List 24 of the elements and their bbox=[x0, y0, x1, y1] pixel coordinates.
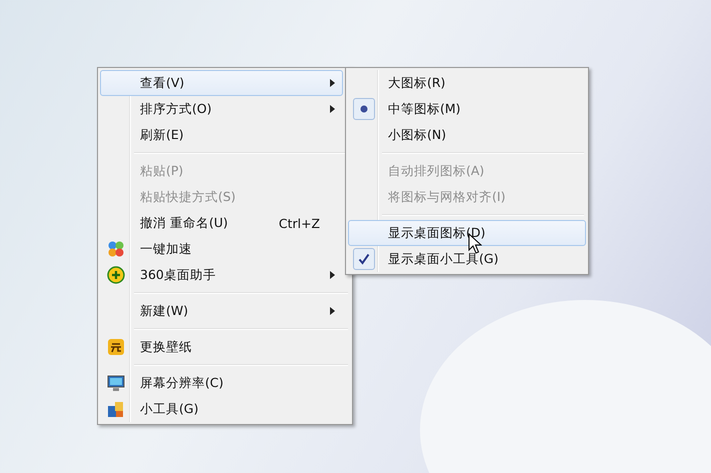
menu-item[interactable]: 中等图标(M) bbox=[348, 96, 586, 122]
menu-item[interactable]: 大图标(R) bbox=[348, 70, 586, 96]
menu-item[interactable]: 刷新(E) bbox=[100, 122, 343, 148]
menu-item[interactable]: 排序方式(O) bbox=[100, 96, 343, 122]
menu-item[interactable]: 查看(V) bbox=[100, 70, 343, 96]
submenu-arrow-icon bbox=[330, 79, 335, 87]
menu-item[interactable]: 屏幕分辨率(C) bbox=[100, 370, 343, 396]
menu-item[interactable]: 更换壁纸 bbox=[100, 334, 343, 360]
menu-item[interactable]: 显示桌面图标(D) bbox=[348, 220, 586, 246]
menu-item[interactable]: 撤消 重命名(U) Ctrl+Z bbox=[100, 210, 343, 236]
monitor-icon bbox=[107, 374, 125, 392]
wallpaper-icon bbox=[107, 338, 125, 356]
submenu-arrow-icon bbox=[330, 307, 335, 315]
menu-item[interactable]: 显示桌面小工具(G) bbox=[348, 246, 586, 272]
menu-item[interactable]: 360桌面助手 bbox=[100, 262, 343, 288]
plus-circle-icon bbox=[107, 266, 125, 284]
menu-item[interactable]: 小工具(G) bbox=[100, 396, 343, 422]
colorful-circles-icon bbox=[107, 240, 125, 258]
menu-item[interactable]: 新建(W) bbox=[100, 298, 343, 324]
menu-item[interactable]: 小图标(N) bbox=[348, 122, 586, 148]
submenu-arrow-icon bbox=[330, 105, 335, 113]
gadget-icon bbox=[107, 400, 125, 418]
menu-item[interactable]: 一键加速 bbox=[100, 236, 343, 262]
submenu-arrow-icon bbox=[330, 271, 335, 279]
